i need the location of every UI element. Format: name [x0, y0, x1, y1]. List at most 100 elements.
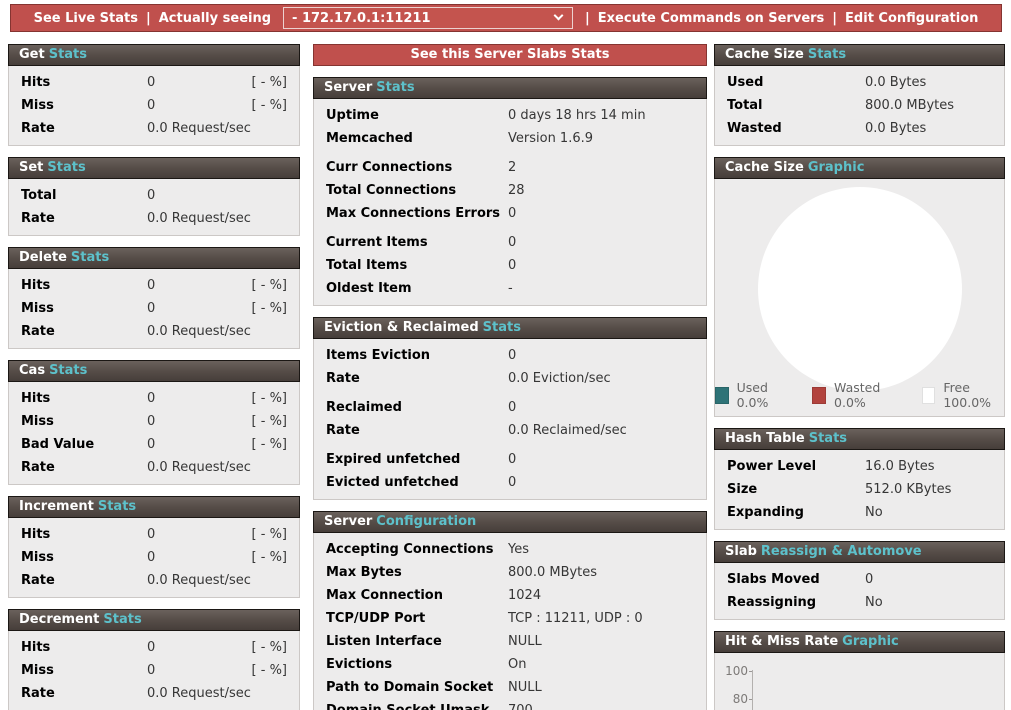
stat-label: Uptime — [326, 108, 508, 123]
panel-title: Slab — [725, 544, 757, 559]
stat-value: 700 — [508, 703, 694, 710]
stat-row: Rate0.0 Request/sec — [9, 569, 299, 592]
legend-swatch — [715, 387, 729, 404]
right-column: Cache SizeStats Used0.0 BytesTotal800.0 … — [714, 44, 1005, 710]
stat-row: Path to Domain SocketNULL — [314, 676, 706, 699]
stat-label: Hits — [21, 75, 147, 90]
panel-title-accent: Stats — [98, 499, 136, 514]
stat-label: Current Items — [326, 235, 508, 250]
stat-label: Expired unfetched — [326, 452, 508, 467]
panel-cache-size-stats-header: Cache Size Stats — [714, 44, 1005, 66]
stat-row: Hits0[ - %] — [9, 523, 299, 546]
stat-label: Max Bytes — [326, 565, 508, 580]
stat-value: - — [508, 281, 694, 296]
stat-value: 0 — [508, 452, 694, 467]
panel-set-stats-header: Set Stats — [8, 157, 300, 179]
stat-value: 0 — [508, 206, 694, 221]
legend-label: Wasted 0.0% — [834, 380, 898, 410]
panel-delete-stats-header: DeleteStats — [8, 247, 300, 269]
stat-label: Size — [727, 482, 865, 497]
see-live-stats-link[interactable]: See Live Stats — [34, 11, 138, 26]
panel-title: Set — [19, 160, 43, 175]
stat-label: Evictions — [326, 657, 508, 672]
stat-value: 0 — [147, 188, 287, 203]
panel-increment-stats-header: IncrementStats — [8, 496, 300, 518]
panel-set-stats-body: Total0Rate0.0 Request/sec — [8, 179, 300, 236]
stat-label: Rate — [326, 371, 508, 386]
stat-row: Evicted unfetched0 — [314, 471, 706, 494]
panel-hash-table-stats: Hash TableStats Power Level16.0 BytesSiz… — [714, 428, 1005, 530]
row-group: Hits0[ - %]Miss0[ - %]Rate0.0 Request/se… — [9, 274, 299, 343]
stat-label: Bad Value — [21, 437, 147, 452]
stat-row: Max Bytes800.0 MBytes — [314, 561, 706, 584]
stat-label: Miss — [21, 301, 147, 316]
stat-label: Reassigning — [727, 595, 865, 610]
stat-value: 0.0 Bytes — [865, 75, 992, 90]
stat-row: Power Level16.0 Bytes — [715, 455, 1004, 478]
stat-value: 0 — [147, 278, 252, 293]
stat-row: Hits0[ - %] — [9, 274, 299, 297]
stat-row: Total0 — [9, 184, 299, 207]
execute-commands-link[interactable]: Execute Commands on Servers — [598, 11, 825, 26]
stat-row: Total800.0 MBytes — [715, 94, 1004, 117]
panel-cache-size-graphic-header: Cache SizeGraphic — [714, 157, 1005, 179]
stat-row: ReassigningNo — [715, 591, 1004, 614]
see-server-slabs-stats-button[interactable]: See this Server Slabs Stats — [313, 44, 707, 66]
stat-row: ExpandingNo — [715, 501, 1004, 524]
stat-row: Total Items0 — [314, 254, 706, 277]
top-navigation-bar: See Live Stats | Actually seeing - 172.1… — [10, 4, 1002, 32]
stat-value: Yes — [508, 542, 694, 557]
row-group: Slabs Moved0ReassigningNo — [715, 568, 1004, 614]
stat-value: 0 — [147, 437, 252, 452]
stat-value: 0 — [147, 527, 252, 542]
row-group: Reclaimed0Rate0.0 Reclaimed/sec — [314, 396, 706, 442]
panel-slab-reassign-body: Slabs Moved0ReassigningNo — [714, 563, 1005, 620]
chart-y-ticks: 10080 — [715, 657, 1004, 710]
stat-value: 800.0 MBytes — [508, 565, 694, 580]
stat-value: 1024 — [508, 588, 694, 603]
stat-label: Used — [727, 75, 865, 90]
row-group: Items Eviction0Rate0.0 Eviction/sec — [314, 344, 706, 390]
server-select[interactable]: - 172.17.0.1:11211 — [283, 7, 573, 29]
actually-seeing-label: Actually seeing — [159, 11, 271, 26]
stat-label: Total — [21, 188, 147, 203]
stat-value: 0.0 Request/sec — [147, 460, 287, 475]
stat-value: 512.0 KBytes — [865, 482, 992, 497]
panel-title-accent: Stats — [49, 363, 87, 378]
stat-extra: [ - %] — [252, 550, 287, 565]
stat-value: 0 — [147, 550, 252, 565]
panel-get-stats-header: GetStats — [8, 44, 300, 66]
stat-value: 0 — [147, 414, 252, 429]
panel-server-stats-body: Uptime0 days 18 hrs 14 min MemcachedVersi… — [313, 99, 707, 306]
panel-title-accent: Stats — [103, 612, 141, 627]
stat-row: Bad Value0[ - %] — [9, 433, 299, 456]
panel-title-accent: Stats — [47, 160, 85, 175]
y-axis-tick: 80 — [715, 685, 753, 710]
row-group: Accepting ConnectionsYesMax Bytes800.0 M… — [314, 538, 706, 710]
panel-title-accent: Stats — [808, 47, 846, 62]
panel-title: Cache Size — [725, 47, 804, 62]
stat-row: Hits0[ - %] — [9, 71, 299, 94]
stat-row: Rate0.0 Eviction/sec — [314, 367, 706, 390]
stat-row: Used0.0 Bytes — [715, 71, 1004, 94]
panel-hit-miss-rate-header: Hit & Miss RateGraphic — [714, 631, 1005, 653]
stat-value: 0 — [147, 391, 252, 406]
stat-row: MemcachedVersion 1.6.9 — [314, 127, 706, 150]
stat-label: Miss — [21, 550, 147, 565]
stat-value: 0 days 18 hrs 14 min — [508, 108, 694, 123]
panel-title-accent: Stats — [376, 80, 414, 95]
row-group: Current Items0Total Items0Oldest Item- — [314, 231, 706, 300]
stat-label: Hits — [21, 391, 147, 406]
edit-configuration-link[interactable]: Edit Configuration — [845, 11, 978, 26]
legend-label: Free 100.0% — [943, 380, 1004, 410]
panel-slab-reassign-header: SlabReassign & Automove — [714, 541, 1005, 563]
stat-value: 0 — [865, 572, 992, 587]
stat-value: 0 — [147, 301, 252, 316]
panel-decrement-stats: DecrementStats Hits0[ - %]Miss0[ - %]Rat… — [8, 609, 300, 710]
stat-value: 2 — [508, 160, 694, 175]
panel-title: Eviction & Reclaimed — [324, 320, 479, 335]
stat-value: 0 — [147, 663, 252, 678]
stat-value: Version 1.6.9 — [508, 131, 694, 146]
panel-get-stats-body: Hits0[ - %]Miss0[ - %]Rate0.0 Request/se… — [8, 66, 300, 146]
stat-row: Miss0[ - %] — [9, 410, 299, 433]
